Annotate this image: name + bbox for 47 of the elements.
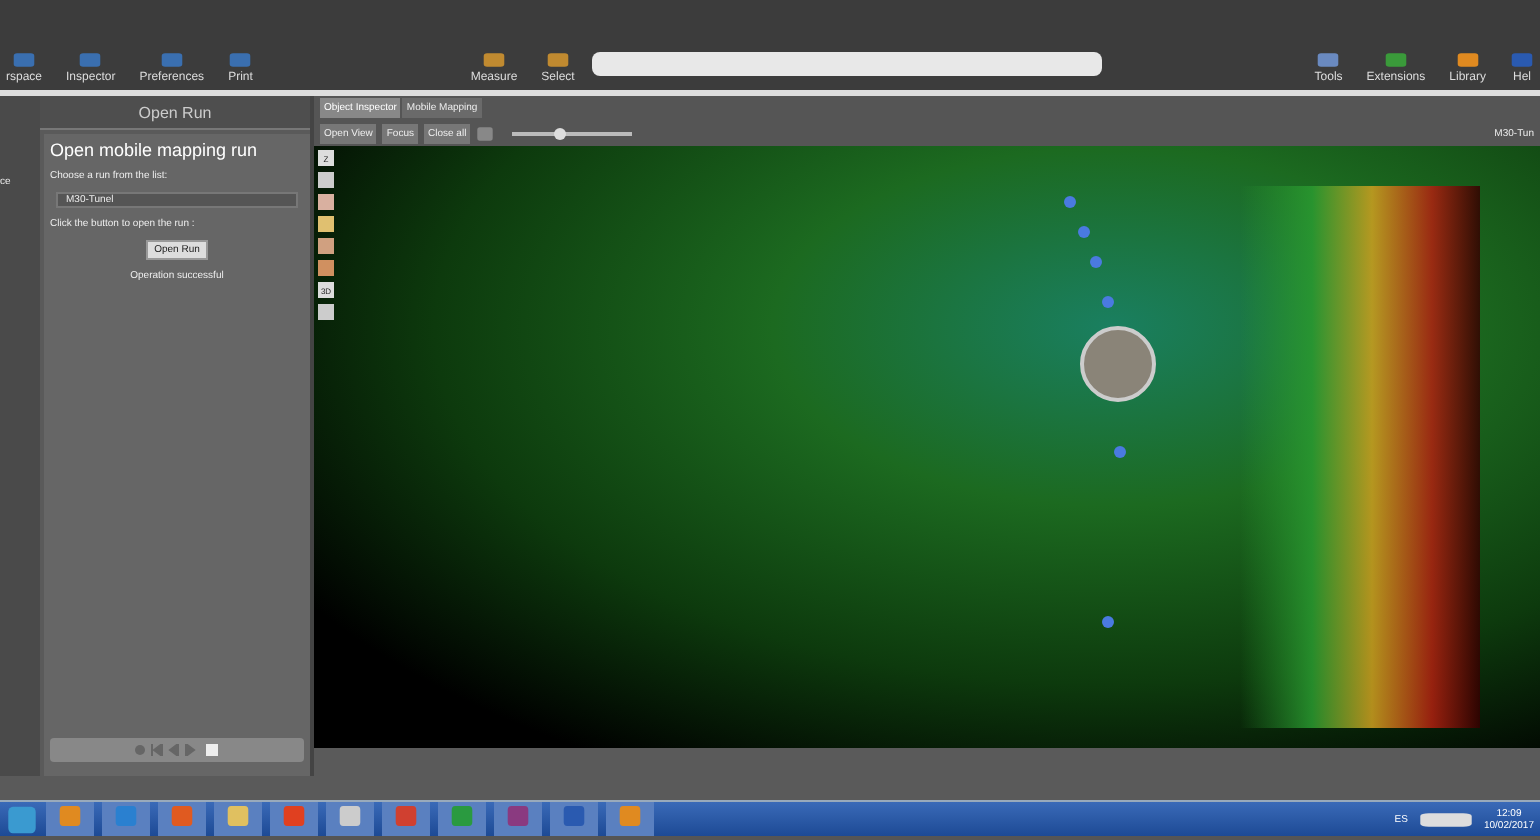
app-icon	[114, 804, 138, 828]
app-icon	[226, 804, 250, 828]
taskbar-app-button[interactable]	[46, 802, 94, 836]
photo-point-marker[interactable]	[1064, 196, 1076, 208]
app-icon	[58, 804, 82, 828]
tool-icon	[78, 52, 103, 68]
taskbar-app-button[interactable]	[214, 802, 262, 836]
app-icon	[282, 804, 306, 828]
panel-header: Open Run	[40, 96, 310, 130]
view-tool-icon[interactable]	[318, 304, 334, 320]
app-icon	[562, 804, 586, 828]
taskbar-app-button[interactable]	[606, 802, 654, 836]
photo-point-marker[interactable]	[1102, 616, 1114, 628]
panel-title: Open mobile mapping run	[50, 140, 260, 160]
taskbar-app-button[interactable]	[550, 802, 598, 836]
app-icon	[450, 804, 474, 828]
search-field[interactable]	[592, 52, 1103, 76]
taskbar-app-button[interactable]	[326, 802, 374, 836]
taskbar-app-button[interactable]	[382, 802, 430, 836]
tool-icon	[159, 52, 184, 68]
taskbar-app-button[interactable]	[158, 802, 206, 836]
tool-icon	[228, 52, 253, 68]
tool-icon	[1316, 52, 1341, 68]
app-icon	[338, 804, 362, 828]
playback-controls-icon[interactable]	[133, 744, 221, 756]
tool-icon	[546, 52, 571, 68]
taskbar-app-button[interactable]	[438, 802, 486, 836]
start-icon	[6, 803, 38, 835]
photo-point-marker[interactable]	[1078, 226, 1090, 238]
tool-icon	[482, 52, 506, 68]
tool-icon	[12, 52, 36, 68]
tool-icon	[1510, 52, 1534, 68]
photo-point-marker[interactable]	[1102, 296, 1114, 308]
app-icon	[394, 804, 418, 828]
photo-point-marker[interactable]	[1114, 446, 1126, 458]
tool-icon	[1455, 52, 1480, 68]
taskbar-app-button[interactable]	[270, 802, 318, 836]
tool-icon	[1383, 52, 1408, 68]
app-icon	[506, 804, 530, 828]
photo-placeholder	[1080, 326, 1156, 402]
app-icon	[618, 804, 642, 828]
slider-thumb[interactable]	[554, 127, 567, 139]
taskbar-app-button[interactable]	[494, 802, 542, 836]
zoom-icon	[476, 125, 495, 141]
app-icon	[170, 804, 194, 828]
photo-point-marker[interactable]	[1090, 256, 1102, 268]
taskbar-app-button[interactable]	[102, 802, 150, 836]
